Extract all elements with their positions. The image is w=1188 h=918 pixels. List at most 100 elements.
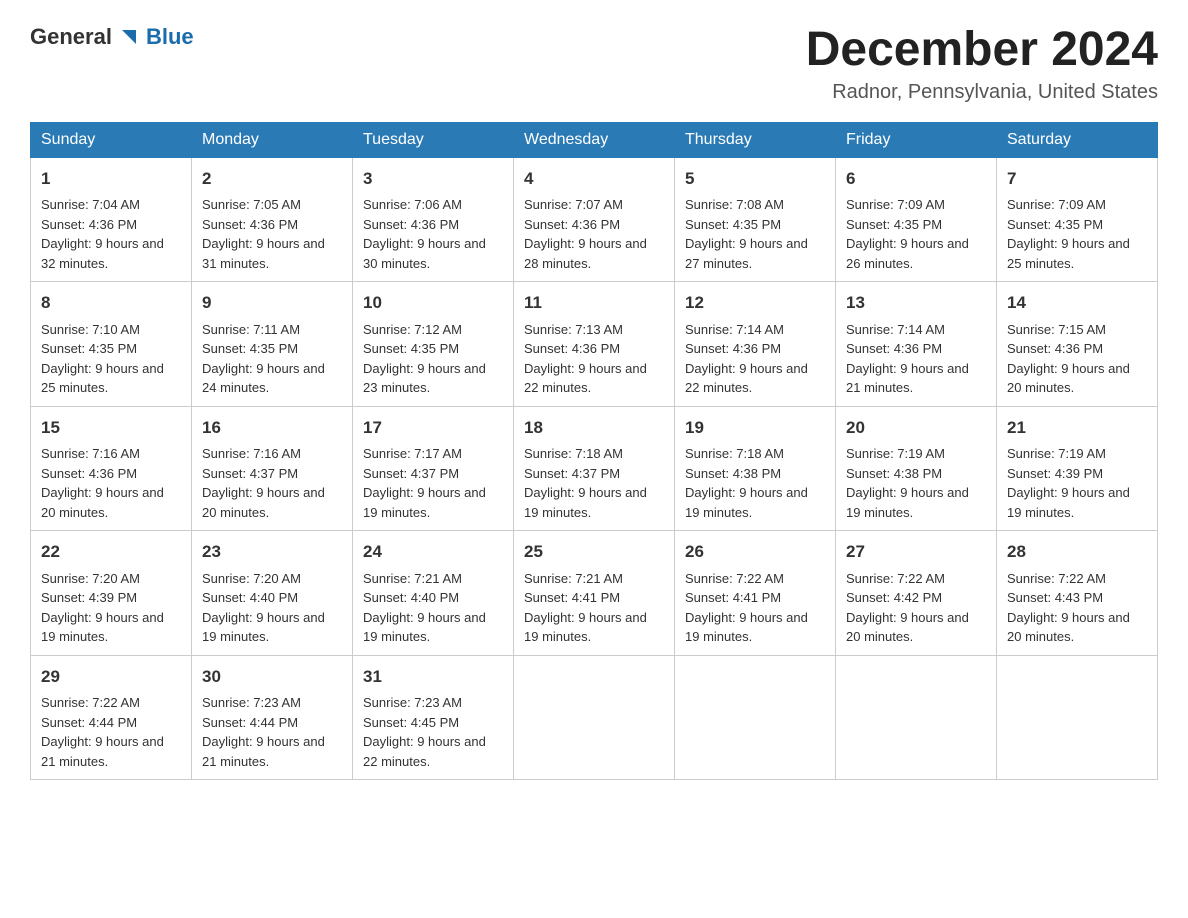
sunrise-label: Sunrise: 7:19 AM <box>846 446 945 461</box>
day-number: 9 <box>202 290 342 316</box>
sunrise-label: Sunrise: 7:20 AM <box>41 571 140 586</box>
daylight-label: Daylight: 9 hours and 21 minutes. <box>202 734 325 769</box>
day-number: 10 <box>363 290 503 316</box>
daylight-label: Daylight: 9 hours and 31 minutes. <box>202 236 325 271</box>
calendar-cell: 26 Sunrise: 7:22 AM Sunset: 4:41 PM Dayl… <box>675 531 836 656</box>
header-friday: Friday <box>836 122 997 157</box>
sunset-label: Sunset: 4:36 PM <box>685 341 781 356</box>
daylight-label: Daylight: 9 hours and 21 minutes. <box>41 734 164 769</box>
calendar-cell: 7 Sunrise: 7:09 AM Sunset: 4:35 PM Dayli… <box>997 157 1158 282</box>
sunset-label: Sunset: 4:37 PM <box>363 466 459 481</box>
logo-general-text: General <box>30 24 112 50</box>
day-number: 17 <box>363 415 503 441</box>
calendar-cell: 5 Sunrise: 7:08 AM Sunset: 4:35 PM Dayli… <box>675 157 836 282</box>
sunrise-label: Sunrise: 7:04 AM <box>41 197 140 212</box>
day-number: 8 <box>41 290 181 316</box>
day-number: 6 <box>846 166 986 192</box>
day-number: 31 <box>363 664 503 690</box>
sunrise-label: Sunrise: 7:09 AM <box>846 197 945 212</box>
sunset-label: Sunset: 4:43 PM <box>1007 590 1103 605</box>
day-number: 19 <box>685 415 825 441</box>
sunset-label: Sunset: 4:36 PM <box>1007 341 1103 356</box>
day-number: 2 <box>202 166 342 192</box>
day-number: 1 <box>41 166 181 192</box>
daylight-label: Daylight: 9 hours and 19 minutes. <box>1007 485 1130 520</box>
sunrise-label: Sunrise: 7:07 AM <box>524 197 623 212</box>
daylight-label: Daylight: 9 hours and 26 minutes. <box>846 236 969 271</box>
calendar-cell: 14 Sunrise: 7:15 AM Sunset: 4:36 PM Dayl… <box>997 282 1158 407</box>
daylight-label: Daylight: 9 hours and 19 minutes. <box>524 485 647 520</box>
sunset-label: Sunset: 4:44 PM <box>202 715 298 730</box>
sunrise-label: Sunrise: 7:22 AM <box>41 695 140 710</box>
calendar-cell: 27 Sunrise: 7:22 AM Sunset: 4:42 PM Dayl… <box>836 531 997 656</box>
day-number: 18 <box>524 415 664 441</box>
sunrise-label: Sunrise: 7:16 AM <box>41 446 140 461</box>
week-row-2: 8 Sunrise: 7:10 AM Sunset: 4:35 PM Dayli… <box>31 282 1158 407</box>
day-number: 28 <box>1007 539 1147 565</box>
sunset-label: Sunset: 4:35 PM <box>41 341 137 356</box>
week-row-5: 29 Sunrise: 7:22 AM Sunset: 4:44 PM Dayl… <box>31 655 1158 780</box>
logo-blue-text: Blue <box>146 24 194 50</box>
calendar-cell <box>836 655 997 780</box>
calendar-cell: 2 Sunrise: 7:05 AM Sunset: 4:36 PM Dayli… <box>192 157 353 282</box>
sunset-label: Sunset: 4:44 PM <box>41 715 137 730</box>
calendar-cell: 22 Sunrise: 7:20 AM Sunset: 4:39 PM Dayl… <box>31 531 192 656</box>
calendar-cell: 16 Sunrise: 7:16 AM Sunset: 4:37 PM Dayl… <box>192 406 353 531</box>
sunrise-label: Sunrise: 7:11 AM <box>202 322 300 337</box>
daylight-label: Daylight: 9 hours and 19 minutes. <box>363 485 486 520</box>
sunset-label: Sunset: 4:35 PM <box>846 217 942 232</box>
day-number: 24 <box>363 539 503 565</box>
daylight-label: Daylight: 9 hours and 21 minutes. <box>846 361 969 396</box>
sunrise-label: Sunrise: 7:14 AM <box>846 322 945 337</box>
sunrise-label: Sunrise: 7:19 AM <box>1007 446 1106 461</box>
calendar-table: SundayMondayTuesdayWednesdayThursdayFrid… <box>30 122 1158 781</box>
calendar-cell: 9 Sunrise: 7:11 AM Sunset: 4:35 PM Dayli… <box>192 282 353 407</box>
day-number: 26 <box>685 539 825 565</box>
header-thursday: Thursday <box>675 122 836 157</box>
week-row-4: 22 Sunrise: 7:20 AM Sunset: 4:39 PM Dayl… <box>31 531 1158 656</box>
sunset-label: Sunset: 4:38 PM <box>846 466 942 481</box>
daylight-label: Daylight: 9 hours and 20 minutes. <box>41 485 164 520</box>
sunset-label: Sunset: 4:37 PM <box>524 466 620 481</box>
calendar-cell: 24 Sunrise: 7:21 AM Sunset: 4:40 PM Dayl… <box>353 531 514 656</box>
sunrise-label: Sunrise: 7:18 AM <box>685 446 784 461</box>
sunset-label: Sunset: 4:39 PM <box>1007 466 1103 481</box>
daylight-label: Daylight: 9 hours and 25 minutes. <box>41 361 164 396</box>
sunset-label: Sunset: 4:41 PM <box>685 590 781 605</box>
sunset-label: Sunset: 4:36 PM <box>363 217 459 232</box>
daylight-label: Daylight: 9 hours and 20 minutes. <box>846 610 969 645</box>
calendar-cell: 20 Sunrise: 7:19 AM Sunset: 4:38 PM Dayl… <box>836 406 997 531</box>
day-number: 23 <box>202 539 342 565</box>
day-number: 12 <box>685 290 825 316</box>
header-saturday: Saturday <box>997 122 1158 157</box>
sunrise-label: Sunrise: 7:09 AM <box>1007 197 1106 212</box>
week-row-3: 15 Sunrise: 7:16 AM Sunset: 4:36 PM Dayl… <box>31 406 1158 531</box>
calendar-cell: 15 Sunrise: 7:16 AM Sunset: 4:36 PM Dayl… <box>31 406 192 531</box>
header-sunday: Sunday <box>31 122 192 157</box>
day-number: 13 <box>846 290 986 316</box>
sunset-label: Sunset: 4:38 PM <box>685 466 781 481</box>
day-number: 20 <box>846 415 986 441</box>
sunrise-label: Sunrise: 7:05 AM <box>202 197 301 212</box>
sunrise-label: Sunrise: 7:18 AM <box>524 446 623 461</box>
calendar-cell: 8 Sunrise: 7:10 AM Sunset: 4:35 PM Dayli… <box>31 282 192 407</box>
calendar-cell: 25 Sunrise: 7:21 AM Sunset: 4:41 PM Dayl… <box>514 531 675 656</box>
calendar-cell <box>997 655 1158 780</box>
calendar-cell: 30 Sunrise: 7:23 AM Sunset: 4:44 PM Dayl… <box>192 655 353 780</box>
calendar-cell: 4 Sunrise: 7:07 AM Sunset: 4:36 PM Dayli… <box>514 157 675 282</box>
sunrise-label: Sunrise: 7:06 AM <box>363 197 462 212</box>
calendar-cell: 6 Sunrise: 7:09 AM Sunset: 4:35 PM Dayli… <box>836 157 997 282</box>
daylight-label: Daylight: 9 hours and 19 minutes. <box>685 610 808 645</box>
calendar-cell: 12 Sunrise: 7:14 AM Sunset: 4:36 PM Dayl… <box>675 282 836 407</box>
daylight-label: Daylight: 9 hours and 23 minutes. <box>363 361 486 396</box>
day-number: 29 <box>41 664 181 690</box>
sunrise-label: Sunrise: 7:21 AM <box>363 571 462 586</box>
header-tuesday: Tuesday <box>353 122 514 157</box>
daylight-label: Daylight: 9 hours and 19 minutes. <box>41 610 164 645</box>
sunset-label: Sunset: 4:36 PM <box>846 341 942 356</box>
day-number: 25 <box>524 539 664 565</box>
sunset-label: Sunset: 4:35 PM <box>363 341 459 356</box>
day-number: 22 <box>41 539 181 565</box>
sunset-label: Sunset: 4:37 PM <box>202 466 298 481</box>
sunrise-label: Sunrise: 7:21 AM <box>524 571 623 586</box>
